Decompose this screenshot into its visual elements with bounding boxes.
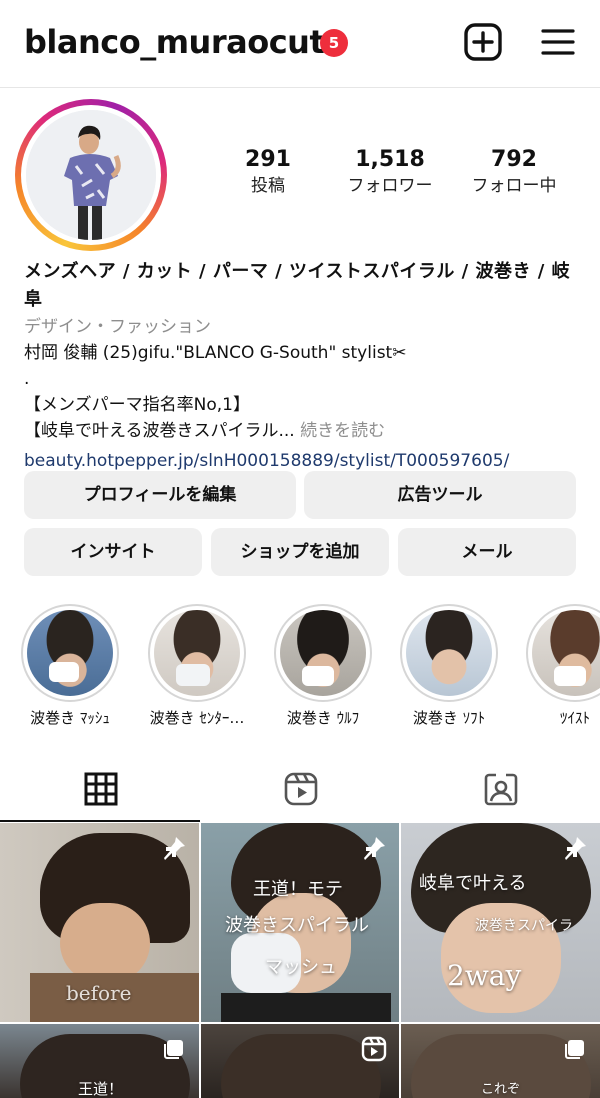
plus-square-icon[interactable] <box>463 22 503 62</box>
highlight-label: 波巻き ﾏｯｼｭ <box>30 709 110 727</box>
pin-icon <box>565 837 586 860</box>
username[interactable]: blanco_muraocut <box>24 20 325 64</box>
story-highlight[interactable]: 波巻き ｿﾌﾄ <box>400 604 498 728</box>
edit-profile-button[interactable]: プロフィールを編集 <box>24 471 296 519</box>
post-thumbnail[interactable]: before <box>0 823 199 1022</box>
tab-grid[interactable] <box>0 760 200 822</box>
read-more-link[interactable]: 続きを読む <box>300 421 385 441</box>
highlight-label: 波巻き ｾﾝﾀｰ… <box>149 709 245 727</box>
story-highlight[interactable]: 波巻き ｾﾝﾀｰ… <box>148 604 246 728</box>
highlight-thumbnail <box>154 610 240 696</box>
profile-bio: メンズヘア / カット / パーマ / ツイストスパイラル / 波巻き / 岐阜… <box>24 258 584 476</box>
add-shop-button[interactable]: ショップを追加 <box>211 528 389 576</box>
posts-grid: before 王道！モテ 波巻きスパイラル マッシュ 岐阜で叶える 波巻きスパイ… <box>0 823 600 1098</box>
post-thumbnail[interactable]: 王道！モテ 波巻きスパイラル マッシュ <box>201 823 399 1022</box>
profile-tabs <box>0 760 600 822</box>
post-thumbnail[interactable]: これぞ <box>401 1024 600 1098</box>
highlight-thumbnail <box>27 610 113 696</box>
tab-tagged[interactable] <box>400 760 600 822</box>
top-bar: blanco_muraocut 5 <box>0 0 600 88</box>
pin-icon <box>364 837 385 860</box>
hamburger-icon[interactable] <box>538 22 578 62</box>
avatar <box>26 110 156 240</box>
pin-icon <box>164 837 185 860</box>
reels-icon <box>284 772 318 806</box>
highlight-thumbnail <box>532 610 600 696</box>
story-highlight[interactable]: 波巻き ｳﾙﾌ <box>274 604 372 728</box>
reels-icon <box>361 1036 387 1062</box>
bio-line: . <box>24 369 30 389</box>
post-thumbnail[interactable] <box>201 1024 399 1098</box>
notification-badge[interactable]: 5 <box>320 29 348 57</box>
highlight-thumbnail <box>406 610 492 696</box>
tagged-icon <box>484 773 518 806</box>
multi-photo-icon <box>164 1040 183 1059</box>
highlight-label: ﾂｲｽﾄ <box>559 709 590 727</box>
ad-tools-button[interactable]: 広告ツール <box>304 471 576 519</box>
story-highlight[interactable]: ﾂｲｽﾄ <box>526 604 600 728</box>
email-button[interactable]: メール <box>398 528 576 576</box>
insights-button[interactable]: インサイト <box>24 528 202 576</box>
category-label: デザイン・ファッション <box>24 317 211 337</box>
post-thumbnail[interactable]: 王道！ <box>0 1024 199 1098</box>
followers-count[interactable]: 1,518 フォロワー <box>330 146 450 198</box>
story-highlight[interactable]: 波巻き ﾏｯｼｭ <box>21 604 119 728</box>
posts-count[interactable]: 291 投稿 <box>208 146 328 198</box>
bio-line: 村岡 俊輔 (25)gifu."BLANCO G-South" stylist✂ <box>24 343 407 363</box>
bio-line: 【岐阜で叶える波巻きスパイラル... 続きを読む <box>24 421 386 441</box>
avatar-story-ring[interactable] <box>15 99 167 251</box>
highlight-label: 波巻き ｿﾌﾄ <box>412 709 486 727</box>
post-thumbnail[interactable]: 岐阜で叶える 波巻きスパイラ 2way <box>401 823 600 1022</box>
grid-icon <box>84 772 118 806</box>
bio-line: 【メンズパーマ指名率No,1】 <box>24 395 250 415</box>
multi-photo-icon <box>565 1040 584 1059</box>
following-count[interactable]: 792 フォロー中 <box>454 146 574 198</box>
highlight-label: 波巻き ｳﾙﾌ <box>286 709 360 727</box>
tab-reels[interactable] <box>200 760 400 822</box>
highlight-thumbnail <box>280 610 366 696</box>
display-name: メンズヘア / カット / パーマ / ツイストスパイラル / 波巻き / 岐阜 <box>24 261 571 310</box>
